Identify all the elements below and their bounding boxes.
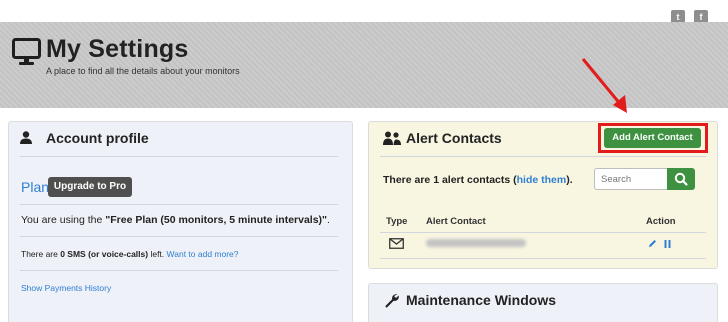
divider (380, 258, 706, 259)
search-input[interactable] (594, 168, 668, 190)
plan-label: Plan (21, 179, 50, 195)
sms-count: 0 SMS (or voice-calls) (60, 249, 149, 259)
plan-prefix: You are using the (21, 214, 106, 226)
wrench-icon (385, 294, 399, 308)
highlight-box (598, 123, 708, 153)
divider (20, 236, 338, 237)
column-header-action: Action (646, 216, 676, 227)
page-subtitle: A place to find all the details about yo… (46, 66, 240, 76)
search-button[interactable] (667, 168, 695, 190)
maintenance-windows-title: Maintenance Windows (406, 292, 557, 308)
contacts-icon (383, 131, 401, 145)
search-icon (674, 172, 688, 186)
column-header-alert-contact: Alert Contact (426, 216, 486, 227)
alert-contacts-title: Alert Contacts (406, 130, 502, 146)
hide-contacts-link[interactable]: hide them (517, 174, 567, 186)
sms-suffix: left. (148, 249, 165, 259)
red-arrow-icon (581, 58, 627, 113)
alert-contacts-count: There are 1 alert contacts (hide them). (383, 173, 583, 188)
divider (20, 270, 338, 271)
add-sms-link[interactable]: Want to add more? (167, 249, 239, 259)
divider (380, 232, 706, 233)
upgrade-to-pro-button[interactable]: Upgrade to Pro (48, 177, 132, 197)
account-profile-title: Account profile (46, 130, 149, 146)
page-title: My Settings (46, 35, 189, 63)
count-suffix: ). (566, 174, 573, 186)
top-strip (0, 0, 728, 22)
mail-icon (389, 238, 404, 249)
edit-icon[interactable] (648, 239, 657, 248)
sms-credits: There are 0 SMS (or voice-calls) left. W… (21, 249, 239, 259)
column-header-type: Type (386, 216, 408, 227)
payments-history-link[interactable]: Show Payments History (21, 283, 111, 293)
pause-icon[interactable] (664, 240, 671, 248)
alert-contact-value (426, 239, 526, 247)
plan-description: You are using the "Free Plan (50 monitor… (21, 214, 330, 226)
monitor-icon (12, 38, 41, 65)
plan-name: "Free Plan (50 monitors, 5 minute interv… (105, 214, 328, 226)
count-text: There are 1 alert contacts ( (383, 174, 517, 186)
divider (20, 156, 338, 157)
user-icon (20, 131, 32, 144)
divider (380, 156, 706, 157)
divider (20, 204, 338, 205)
sms-prefix: There are (21, 249, 61, 259)
plan-suffix: . (327, 214, 330, 226)
